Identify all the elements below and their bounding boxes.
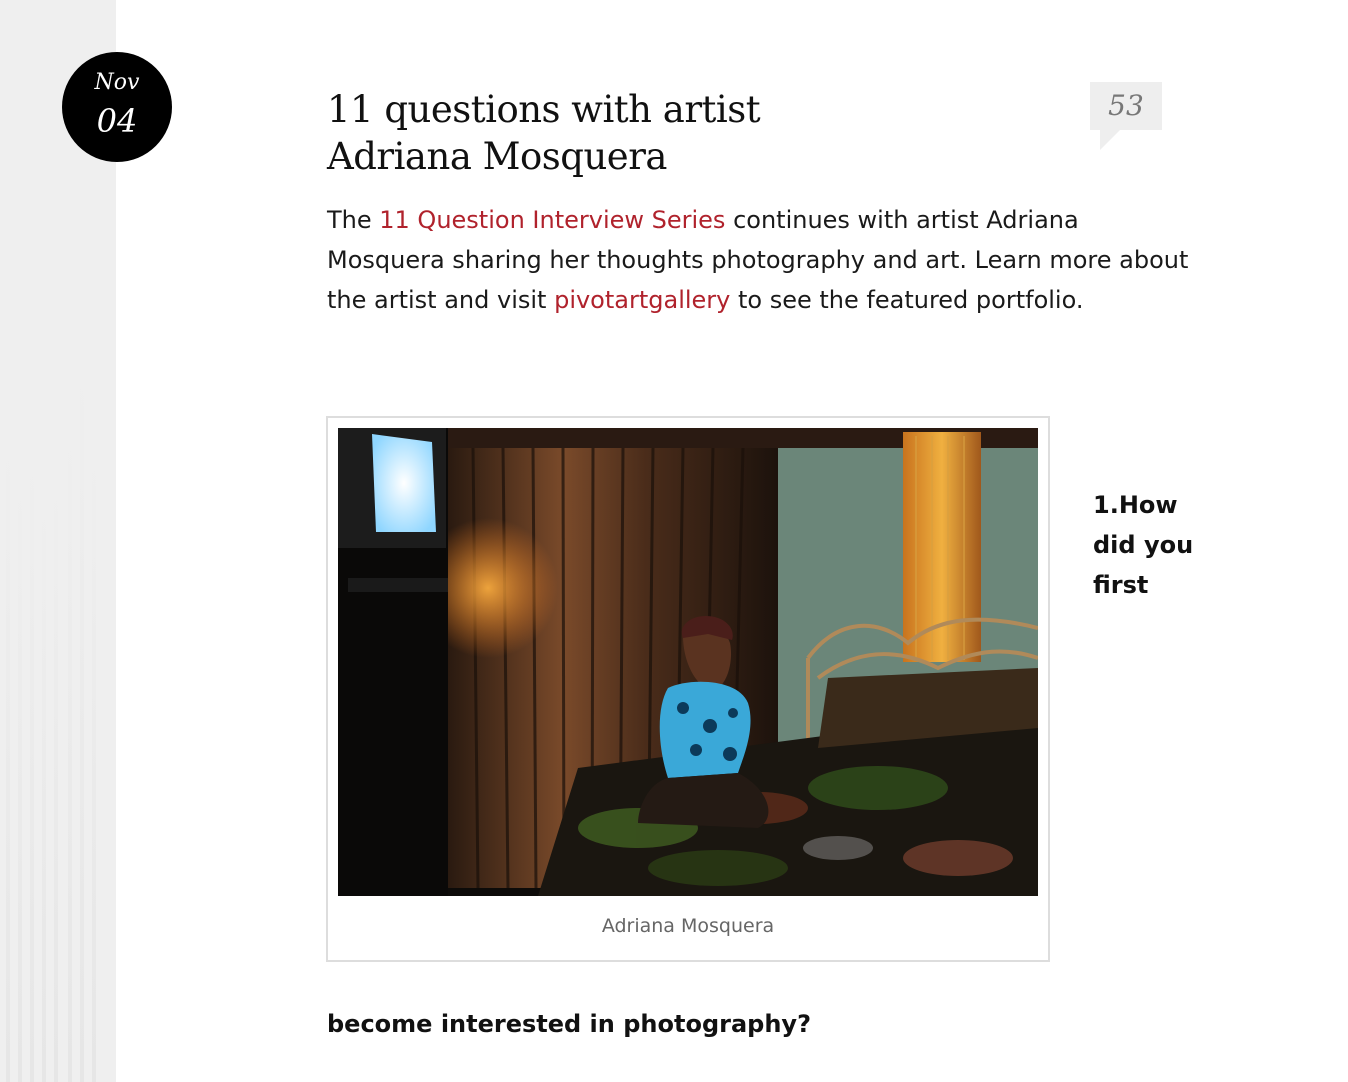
post-title-line-2[interactable]: Adriana Mosquera [327, 135, 667, 178]
rail-decoration [68, 432, 72, 1082]
left-rail [0, 0, 116, 1082]
intro-text-3: to see the featured portfolio. [730, 286, 1084, 314]
rail-decoration [18, 482, 22, 1082]
rail-decoration [42, 502, 46, 1082]
rail-decoration [54, 482, 58, 1082]
question-1-line-3: first [1093, 571, 1149, 599]
intro-text-1: The [327, 206, 380, 234]
photo-figure: Adriana Mosquera [326, 416, 1050, 962]
post-title-line-1[interactable]: 11 questions with artist [327, 88, 761, 131]
post-title[interactable]: 11 questions with artist Adriana Mosquer… [327, 86, 1027, 180]
pivotartgallery-link[interactable]: pivotartgallery [554, 286, 730, 314]
rail-decoration [80, 367, 84, 1082]
artwork-photo[interactable] [338, 428, 1038, 896]
question-1-line-2: did you [1093, 531, 1194, 559]
comment-count-button[interactable]: 53 [1090, 82, 1162, 150]
photo-image [338, 428, 1038, 896]
question-1-heading: 1.How did you first [1093, 485, 1233, 605]
rail-decoration [92, 452, 96, 1082]
rail-decoration [30, 457, 34, 1082]
question-1-line-1: 1.How [1093, 491, 1178, 519]
intro-paragraph: The 11 Question Interview Series continu… [327, 200, 1197, 320]
date-badge: Nov 04 [62, 52, 172, 162]
comment-count: 53 [1108, 89, 1144, 122]
question-1-continuation: become interested in photography? [327, 1010, 811, 1038]
rail-decoration [6, 442, 10, 1082]
date-day: 04 [96, 102, 138, 140]
date-month: Nov [94, 70, 140, 95]
photo-caption: Adriana Mosquera [601, 915, 775, 937]
interview-series-link[interactable]: 11 Question Interview Series [379, 206, 725, 234]
